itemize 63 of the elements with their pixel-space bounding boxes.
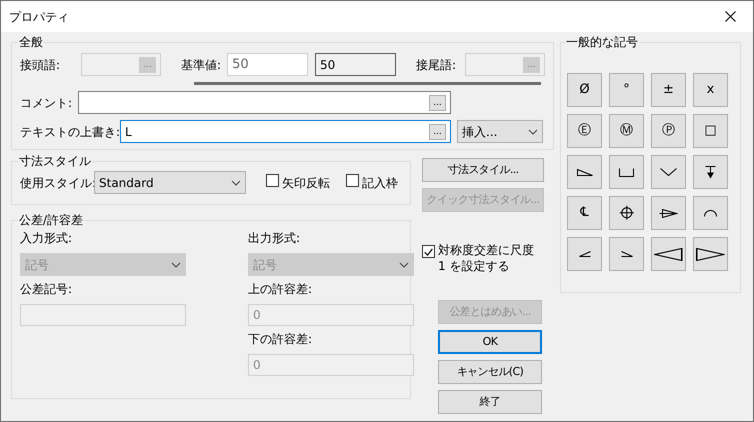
field-label: 接頭語:: [20, 56, 62, 74]
insert-dropdown[interactable]: 挿入...: [457, 120, 543, 143]
symbol-button[interactable]: [567, 155, 602, 189]
text-field[interactable]: L ...: [120, 120, 451, 143]
symbol-button[interactable]: Ⓟ: [651, 114, 686, 148]
group-title: 全般: [18, 35, 44, 49]
position-icon: [618, 205, 634, 221]
symbol-button[interactable]: [693, 237, 728, 271]
group-title: 一般的な記号: [565, 35, 639, 49]
group-title: 公差/許容差: [18, 213, 84, 227]
close-icon: [724, 11, 736, 22]
style-dropdown[interactable]: Standard: [94, 171, 246, 194]
symbol-button[interactable]: □: [693, 114, 728, 148]
field-label: 上の許容差:: [248, 281, 314, 298]
symbol-button[interactable]: [609, 196, 644, 230]
field-label: 入力形式:: [20, 230, 74, 247]
symbol-button[interactable]: Ø: [567, 73, 602, 107]
checkbox[interactable]: 記入枠: [346, 174, 398, 192]
countersink-icon: [660, 168, 677, 176]
cone-icon: [696, 248, 725, 260]
symbol-button[interactable]: [609, 155, 644, 189]
dimension-style-button[interactable]: 寸法スタイル...: [422, 158, 544, 182]
slope-icon: [576, 168, 592, 176]
symbol-button[interactable]: ℄: [567, 196, 602, 230]
field-label: 出力形式:: [248, 230, 302, 247]
depth-icon: [705, 166, 716, 178]
symbol-button[interactable]: x: [693, 73, 728, 107]
symbol-button[interactable]: ±: [651, 73, 686, 107]
chevron-down-icon: [528, 128, 538, 134]
chevron-down-icon: [231, 180, 241, 186]
browse-button[interactable]: ...: [429, 124, 446, 140]
group-title: 寸法スタイル: [18, 154, 92, 168]
symbol-button[interactable]: [651, 237, 686, 271]
symbol-button[interactable]: [693, 155, 728, 189]
checkbox[interactable]: 対称度交差に尺度 1 を設定する: [422, 242, 544, 274]
symbol-button[interactable]: [651, 196, 686, 230]
symbol-button[interactable]: Ⓔ: [567, 114, 602, 148]
counterbore-icon: [619, 168, 634, 176]
chevron-down-icon: [399, 262, 409, 268]
angle-icon: [578, 251, 590, 257]
browse-button[interactable]: ...: [429, 94, 446, 110]
field-label: 基準値:: [181, 56, 222, 74]
cone-icon: [654, 248, 683, 260]
text-field[interactable]: 50: [227, 53, 308, 76]
field-label: コメント:: [20, 94, 74, 112]
button[interactable]: 終了: [438, 390, 542, 414]
field-label: 接尾語:: [416, 56, 456, 74]
chevron-down-icon: [171, 262, 181, 268]
text-field[interactable]: ...: [78, 91, 451, 114]
button[interactable]: OK: [438, 330, 542, 354]
field-label: テキストの上書き:: [20, 124, 120, 140]
checkbox[interactable]: 矢印反転: [266, 174, 330, 192]
angle-icon: [620, 251, 632, 257]
arc-icon: [704, 210, 717, 216]
symbol-button[interactable]: °: [609, 73, 644, 107]
field-label: 下の許容差:: [248, 331, 314, 348]
computed-value: 50: [315, 53, 396, 76]
button[interactable]: キャンセル(C): [438, 360, 542, 384]
conical-icon: [659, 208, 678, 218]
field-label: 公差記号:: [20, 281, 74, 298]
check-icon: [424, 248, 433, 256]
symbol-button[interactable]: Ⓜ: [609, 114, 644, 148]
window-title: プロパティ: [9, 8, 69, 26]
